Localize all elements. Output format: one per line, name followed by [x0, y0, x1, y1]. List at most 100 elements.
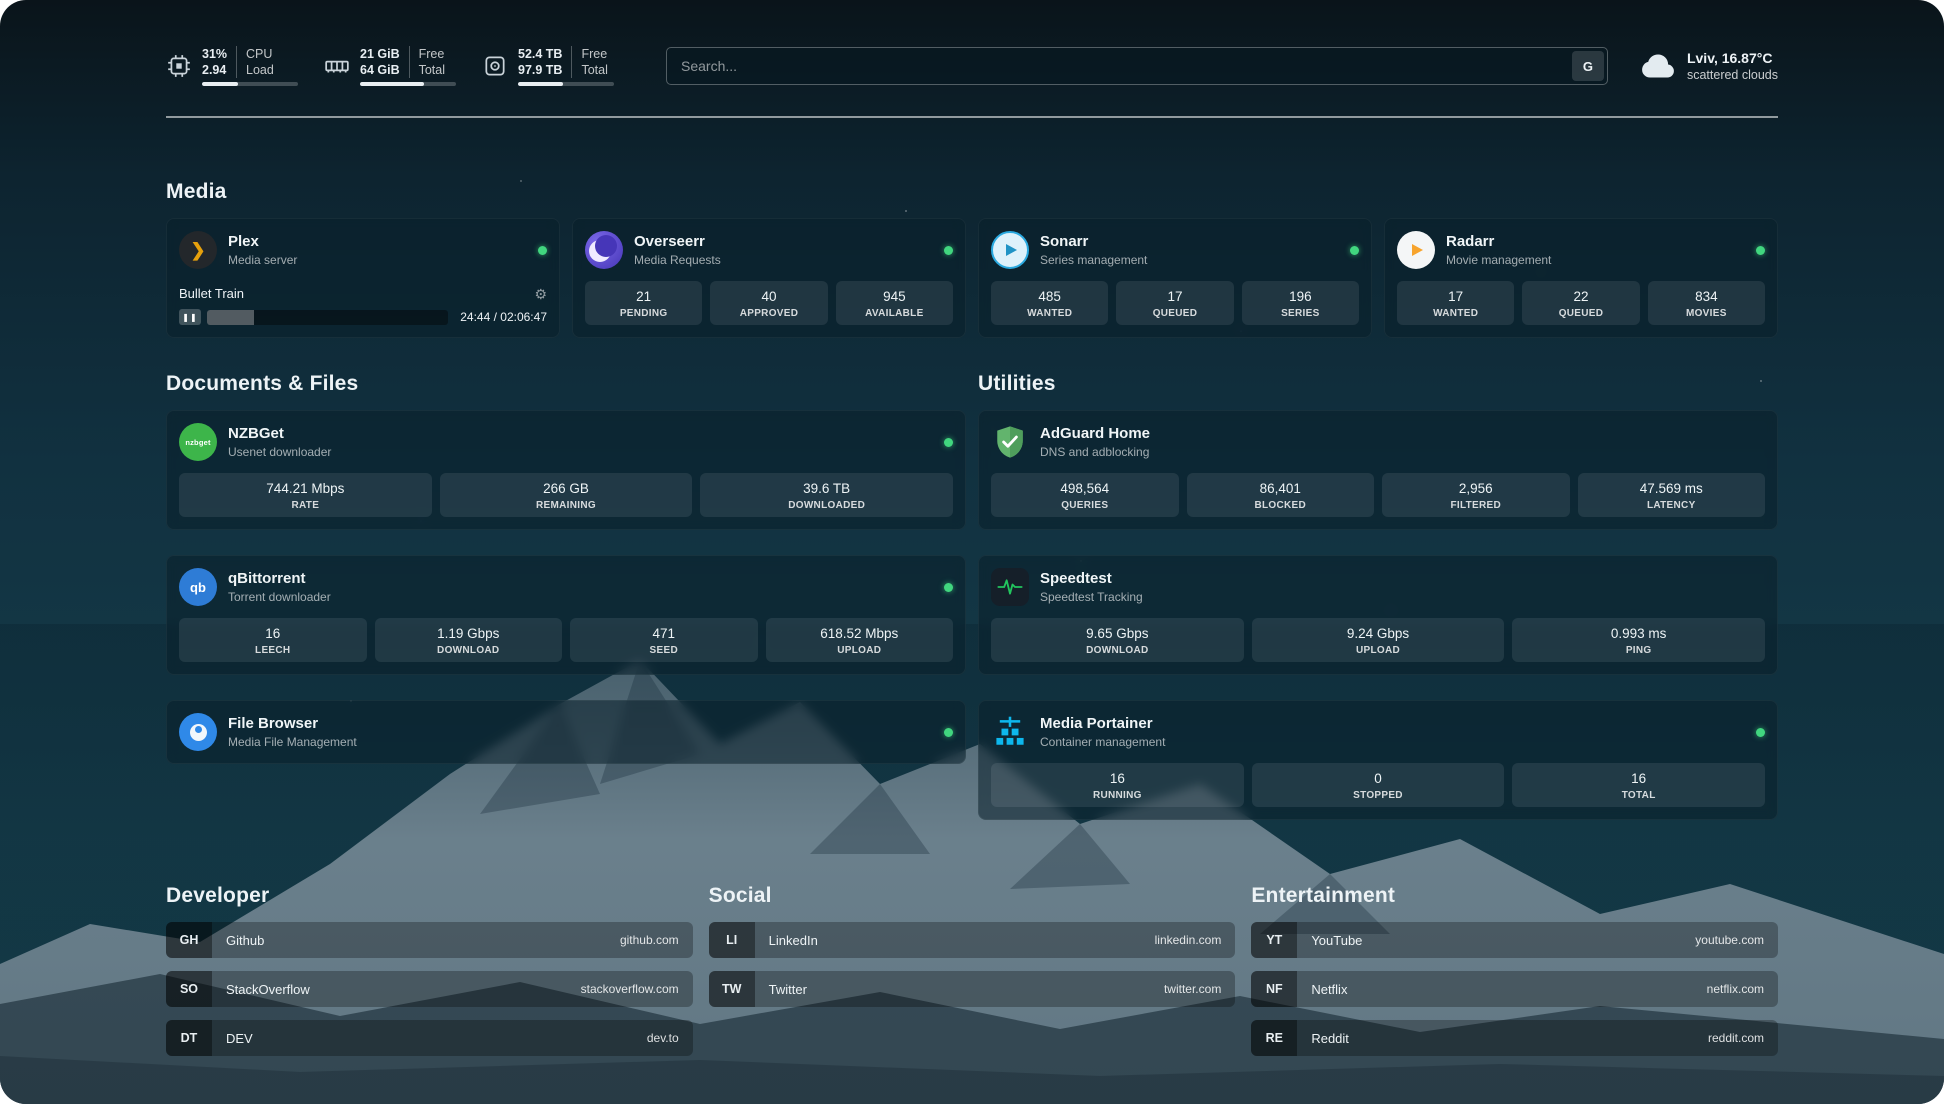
stat-box: 9.65 Gbps DOWNLOAD	[991, 618, 1244, 662]
stat-value: 47.569 ms	[1582, 480, 1762, 497]
stat-box: 618.52 Mbps UPLOAD	[766, 618, 954, 662]
bookmark-url: stackoverflow.com	[581, 982, 679, 996]
bookmark-github[interactable]: GH Github github.com	[166, 922, 693, 958]
stat-box: 39.6 TB DOWNLOADED	[700, 473, 953, 517]
radarr-subtitle: Movie management	[1446, 252, 1551, 268]
stat-box: 196 SERIES	[1242, 281, 1359, 325]
pause-button[interactable]: ❚❚	[179, 309, 201, 325]
nzbget-card[interactable]: nzbget NZBGet Usenet downloader 744.21 M…	[166, 410, 966, 530]
social-section-title: Social	[709, 884, 1236, 908]
stat-label: UPLOAD	[770, 645, 950, 656]
stat-value: 22	[1526, 288, 1635, 305]
overseerr-card[interactable]: Overseerr Media Requests 21 PENDING 40 A…	[572, 218, 966, 338]
stat-label: UPLOAD	[1256, 645, 1501, 656]
section-developer: Developer GH Github github.com SO StackO…	[166, 884, 693, 1056]
disk-total-label: Total	[581, 62, 607, 78]
stat-value: 21	[589, 288, 698, 305]
search-provider-button[interactable]: G	[1572, 51, 1604, 81]
stat-box: 16 RUNNING	[991, 763, 1244, 807]
stat-value: 618.52 Mbps	[770, 625, 950, 642]
stat-label: BLOCKED	[1191, 500, 1371, 511]
plex-time: 24:44 / 02:06:47	[460, 310, 547, 324]
gear-icon[interactable]: ⚙	[534, 287, 547, 301]
plex-seek-bar[interactable]	[207, 310, 448, 325]
media-section-title: Media	[166, 180, 1778, 204]
stat-box: 2,956 FILTERED	[1382, 473, 1570, 517]
stat-value: 86,401	[1191, 480, 1371, 497]
bookmark-youtube[interactable]: YT YouTube youtube.com	[1251, 922, 1778, 958]
portainer-status-dot	[1756, 728, 1765, 737]
speedtest-card[interactable]: Speedtest Speedtest Tracking 9.65 Gbps D…	[978, 555, 1778, 675]
stat-label: AVAILABLE	[840, 308, 949, 319]
ram-total-value: 64 GiB	[360, 62, 400, 78]
weather-location: Lviv, 16.87°C	[1687, 49, 1778, 67]
top-bar: 31% 2.94 CPU Load	[166, 0, 1778, 96]
bookmark-abbr: TW	[709, 971, 755, 1007]
bookmark-twitter[interactable]: TW Twitter twitter.com	[709, 971, 1236, 1007]
filebrowser-name: File Browser	[228, 714, 357, 733]
bookmark-url: github.com	[620, 933, 679, 947]
stat-value: 485	[995, 288, 1104, 305]
cpu-progress-fill	[202, 82, 238, 86]
sonarr-card[interactable]: Sonarr Series management 485 WANTED 17 Q…	[978, 218, 1372, 338]
plex-chevron-glyph: ❯	[190, 241, 205, 259]
ram-progress-fill	[360, 82, 424, 86]
bookmark-name: LinkedIn	[769, 933, 818, 948]
adguard-card[interactable]: AdGuard Home DNS and adblocking 498,564 …	[978, 410, 1778, 530]
portainer-subtitle: Container management	[1040, 734, 1165, 750]
stat-label: REMAINING	[444, 500, 689, 511]
stat-value: 471	[574, 625, 754, 642]
plex-name: Plex	[228, 232, 297, 251]
disk-free-label: Free	[581, 46, 607, 62]
stat-box: 40 APPROVED	[710, 281, 827, 325]
stat-box: 498,564 QUERIES	[991, 473, 1179, 517]
radarr-card[interactable]: Radarr Movie management 17 WANTED 22 QUE…	[1384, 218, 1778, 338]
overseerr-name: Overseerr	[634, 232, 721, 251]
stat-box: 16 TOTAL	[1512, 763, 1765, 807]
nzbget-status-dot	[944, 438, 953, 447]
bookmark-name: YouTube	[1311, 933, 1362, 948]
stat-value: 40	[714, 288, 823, 305]
portainer-card[interactable]: Media Portainer Container management 16 …	[978, 700, 1778, 820]
overseerr-status-dot	[944, 246, 953, 255]
stat-value: 945	[840, 288, 949, 305]
search-input[interactable]	[666, 47, 1608, 85]
stat-value: 744.21 Mbps	[183, 480, 428, 497]
bookmark-abbr: GH	[166, 922, 212, 958]
memory-icon	[324, 53, 350, 79]
speedtest-subtitle: Speedtest Tracking	[1040, 589, 1143, 605]
bookmark-abbr: RE	[1251, 1020, 1297, 1056]
bookmark-reddit[interactable]: RE Reddit reddit.com	[1251, 1020, 1778, 1056]
qbittorrent-card[interactable]: qb qBittorrent Torrent downloader 16	[166, 555, 966, 675]
stat-label: SEED	[574, 645, 754, 656]
stat-box: 945 AVAILABLE	[836, 281, 953, 325]
bookmark-linkedin[interactable]: LI LinkedIn linkedin.com	[709, 922, 1236, 958]
stat-label: RUNNING	[995, 790, 1240, 801]
stat-value: 266 GB	[444, 480, 689, 497]
adguard-subtitle: DNS and adblocking	[1040, 444, 1150, 460]
stat-box: 17 QUEUED	[1116, 281, 1233, 325]
overseerr-subtitle: Media Requests	[634, 252, 721, 268]
stat-value: 9.65 Gbps	[995, 625, 1240, 642]
ram-progress-bar	[360, 82, 456, 86]
plex-status-dot	[538, 246, 547, 255]
filebrowser-card[interactable]: File Browser Media File Management	[166, 700, 966, 764]
plex-card[interactable]: ❯ Plex Media server Bullet Train ⚙ ❚❚	[166, 218, 560, 338]
overseerr-icon	[585, 231, 623, 269]
stat-box: 17 WANTED	[1397, 281, 1514, 325]
plex-seek-fill	[207, 310, 254, 325]
bookmark-stackoverflow[interactable]: SO StackOverflow stackoverflow.com	[166, 971, 693, 1007]
nzbget-name: NZBGet	[228, 424, 331, 443]
adguard-name: AdGuard Home	[1040, 424, 1150, 443]
ram-free-value: 21 GiB	[360, 46, 400, 62]
bookmark-abbr: NF	[1251, 971, 1297, 1007]
bookmark-url: reddit.com	[1708, 1031, 1764, 1045]
stat-box: 0.993 ms PING	[1512, 618, 1765, 662]
qbittorrent-icon: qb	[179, 568, 217, 606]
stat-label: PENDING	[589, 308, 698, 319]
bookmark-name: Reddit	[1311, 1031, 1349, 1046]
stat-value: 196	[1246, 288, 1355, 305]
bookmark-dev[interactable]: DT DEV dev.to	[166, 1020, 693, 1056]
stat-box: 86,401 BLOCKED	[1187, 473, 1375, 517]
bookmark-netflix[interactable]: NF Netflix netflix.com	[1251, 971, 1778, 1007]
